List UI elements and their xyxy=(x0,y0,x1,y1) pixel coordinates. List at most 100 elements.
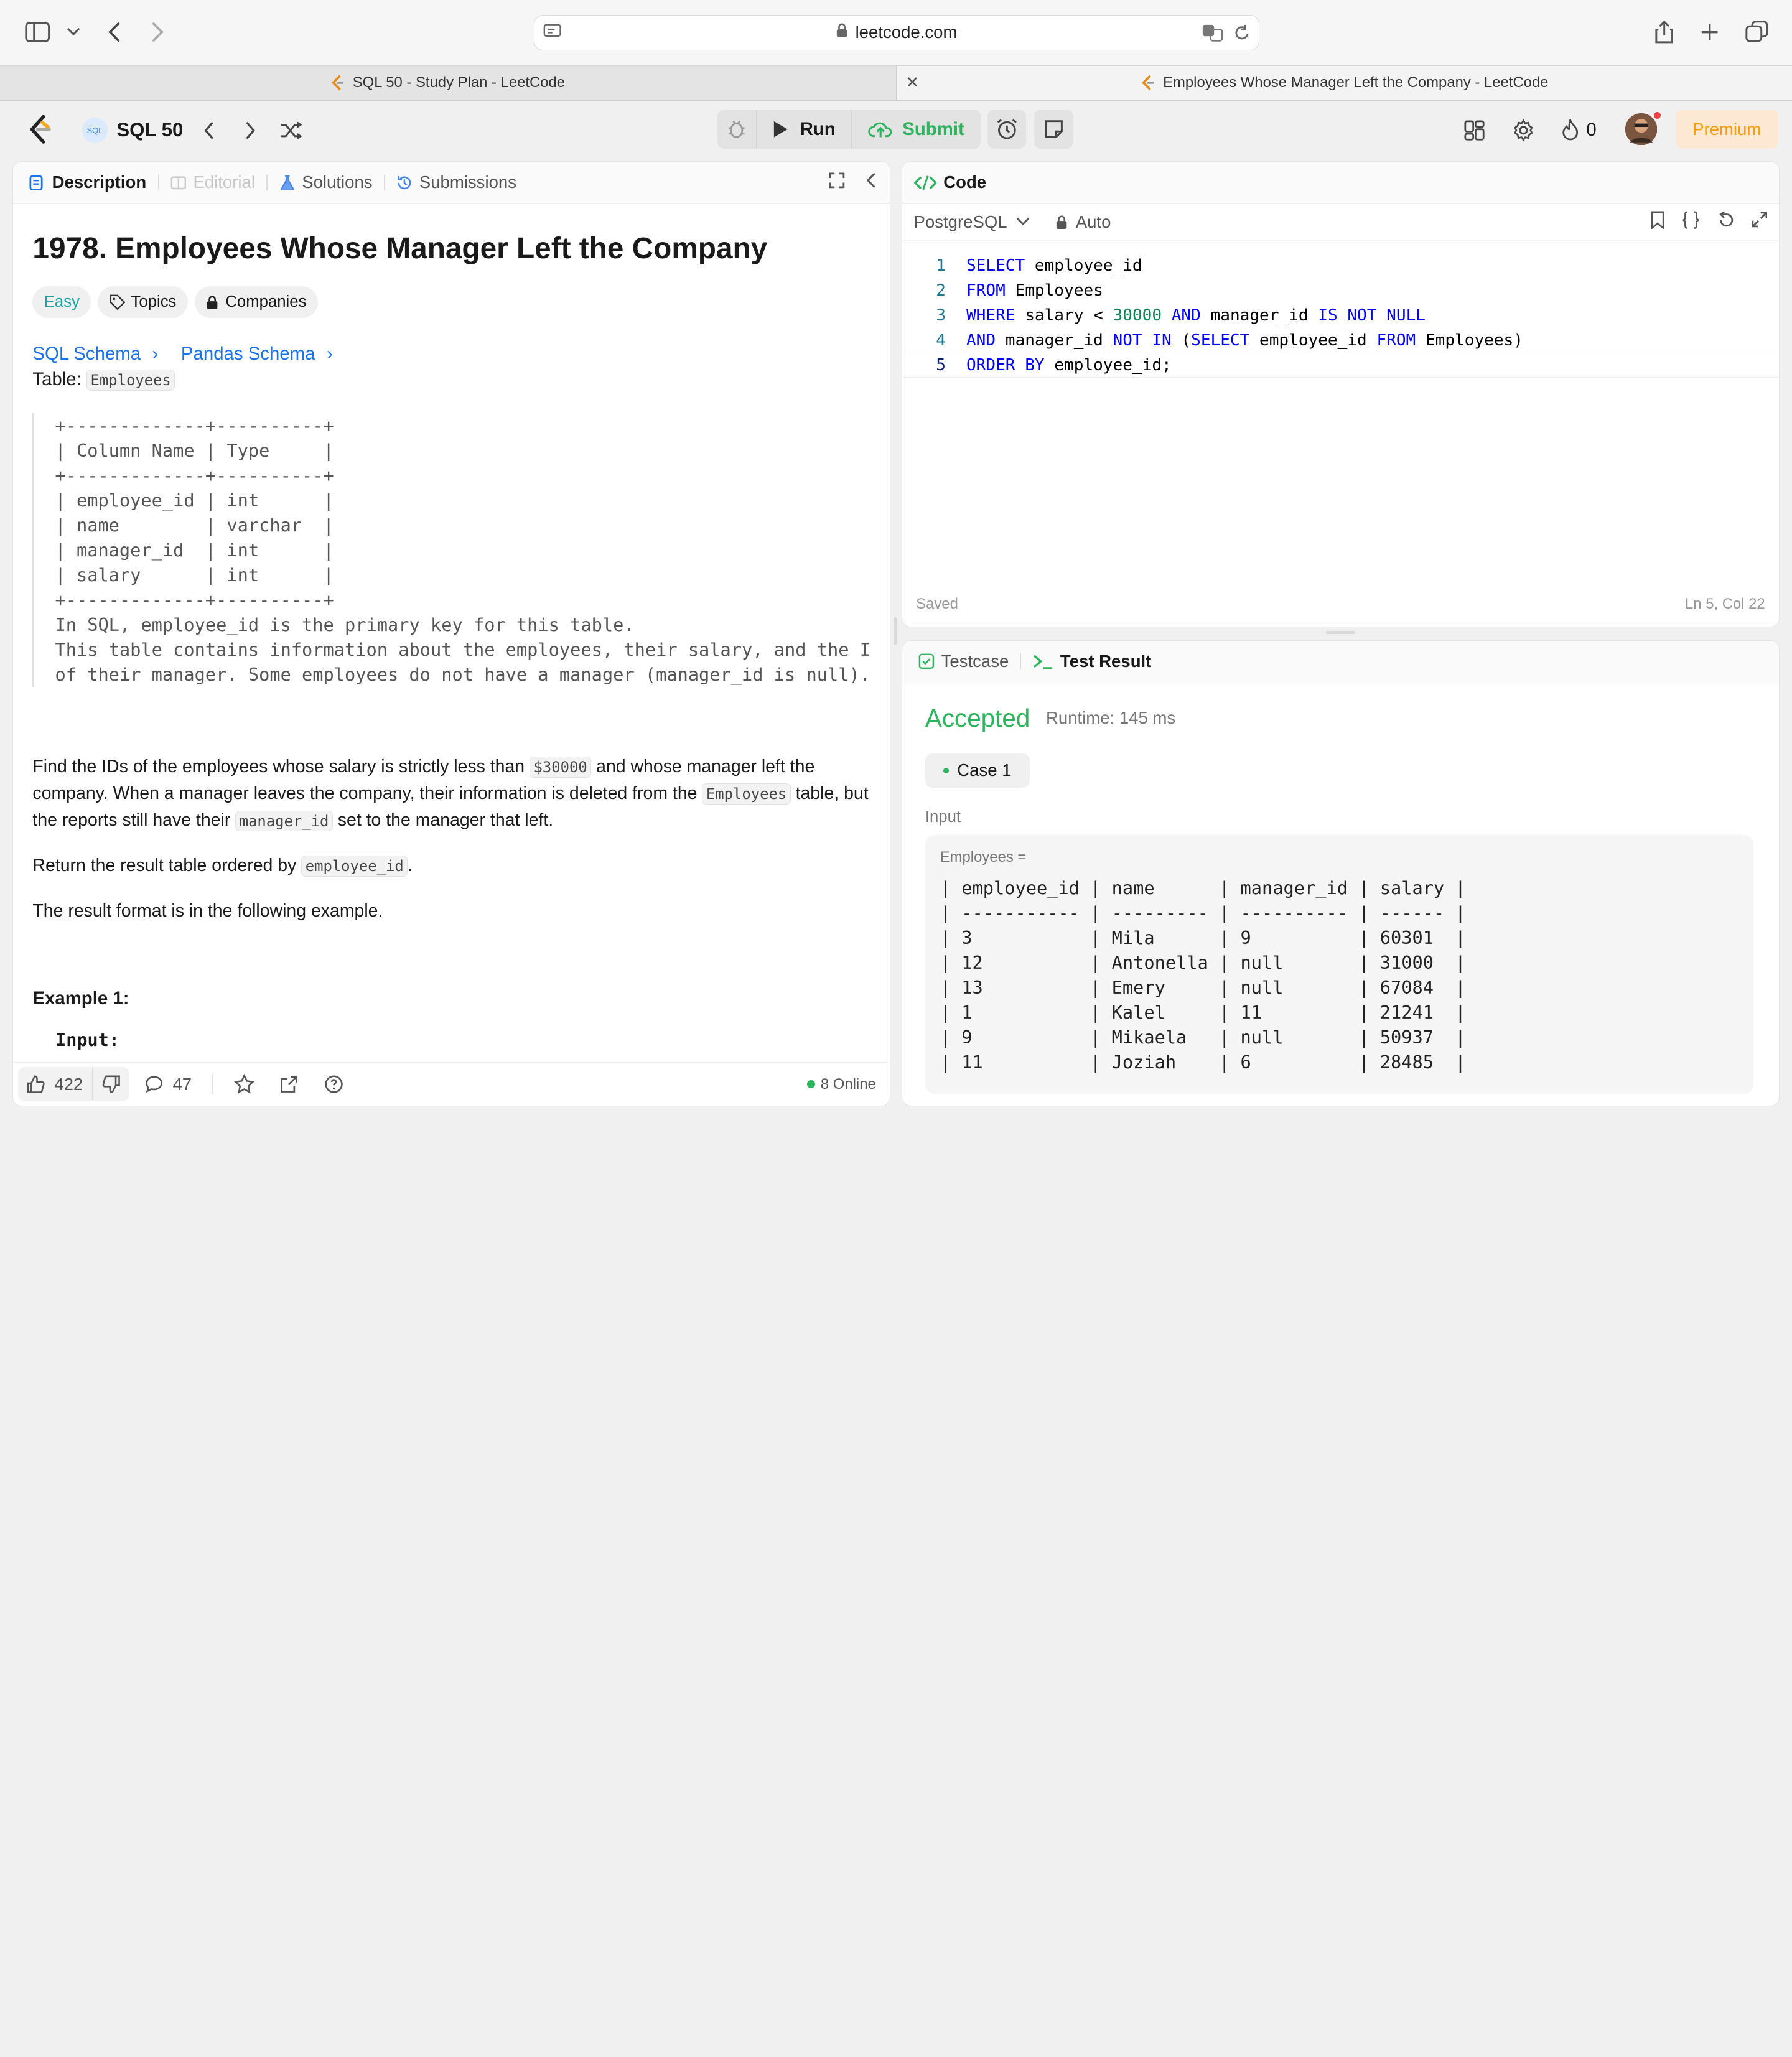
browser-toolbar: leetcode.com xyxy=(0,0,1792,65)
sidebar-toggle-icon[interactable] xyxy=(24,18,52,45)
tab-title: Employees Whose Manager Left the Company… xyxy=(1163,74,1549,91)
code-text: SELECT employee_id xyxy=(966,256,1142,275)
timer-icon[interactable] xyxy=(987,110,1027,149)
share-icon[interactable] xyxy=(1650,18,1678,45)
checkbox-icon xyxy=(918,653,935,669)
expand-icon[interactable] xyxy=(1752,212,1768,232)
chevron-down-icon xyxy=(1017,218,1030,226)
code-editor[interactable]: 1 SELECT employee_id 2 FROM Employees 3 WHE… xyxy=(902,253,1779,378)
chevron-right-icon: › xyxy=(152,343,159,364)
dislike-button[interactable] xyxy=(91,1066,129,1102)
prev-problem-icon[interactable] xyxy=(199,116,220,144)
reset-icon[interactable] xyxy=(1717,211,1735,233)
close-icon[interactable]: ✕ xyxy=(906,73,920,92)
share-button[interactable] xyxy=(271,1067,309,1101)
pandas-schema-link[interactable]: Pandas Schema › xyxy=(181,343,333,365)
problem-description: 1978. Employees Whose Manager Left the C… xyxy=(32,204,870,1060)
like-button[interactable]: 422 xyxy=(18,1067,92,1101)
help-button[interactable] xyxy=(315,1067,353,1101)
chevron-down-icon[interactable] xyxy=(60,18,87,45)
case-status-dot xyxy=(943,767,950,773)
premium-button[interactable]: Premium xyxy=(1675,110,1778,149)
collapse-icon[interactable] xyxy=(866,172,876,193)
vertical-resize-handle[interactable] xyxy=(894,617,897,645)
run-label: Run xyxy=(800,118,836,139)
tab-editorial[interactable]: Editorial xyxy=(159,172,266,192)
notes-icon[interactable] xyxy=(1034,110,1073,149)
code-text: WHERE salary < 30000 AND manager_id IS N… xyxy=(966,306,1426,325)
online-dot xyxy=(806,1080,815,1088)
study-plan-link[interactable]: SQL SQL 50 xyxy=(82,116,183,144)
comments-button[interactable]: 47 xyxy=(136,1067,201,1101)
address-bar[interactable]: leetcode.com xyxy=(533,14,1260,50)
inline-code: Employees xyxy=(702,783,791,805)
tab-submissions-label: Submissions xyxy=(419,172,516,192)
favorite-button[interactable] xyxy=(225,1067,263,1101)
code-icon xyxy=(913,175,937,191)
reload-icon[interactable] xyxy=(1234,24,1250,46)
case-1-tab[interactable]: Case 1 xyxy=(925,753,1030,788)
layout-icon[interactable] xyxy=(1460,116,1488,144)
case-tabs: Case 1 xyxy=(902,733,1779,788)
result-panel-header: Testcase Test Result xyxy=(902,640,1779,683)
inline-code: $30000 xyxy=(530,757,592,778)
code-line: 1 SELECT employee_id xyxy=(902,253,1779,278)
notification-dot xyxy=(1653,112,1661,119)
bookmark-icon[interactable] xyxy=(1651,211,1664,233)
thumbs-up-icon xyxy=(27,1075,45,1093)
tag-icon xyxy=(110,294,126,310)
tab-code[interactable]: Code xyxy=(902,172,997,192)
tab-overview-icon[interactable] xyxy=(1743,18,1770,45)
fire-icon xyxy=(1562,119,1579,141)
lock-icon xyxy=(1056,215,1067,229)
fullscreen-icon[interactable] xyxy=(829,172,845,193)
language-select[interactable]: PostgreSQL xyxy=(914,212,1030,232)
sql-schema-link[interactable]: SQL Schema › xyxy=(32,343,158,365)
description-panel: Description Editorial Solutions Submissi… xyxy=(12,161,890,1106)
leetcode-logo-icon[interactable] xyxy=(25,114,55,144)
tab-submissions[interactable]: Submissions xyxy=(385,172,528,192)
line-number: 2 xyxy=(936,281,946,300)
next-problem-icon[interactable] xyxy=(240,116,261,144)
tab-study-plan[interactable]: SQL 50 - Study Plan - LeetCode xyxy=(0,65,895,100)
difficulty-badge: Easy xyxy=(32,286,91,319)
page-menu-icon[interactable] xyxy=(543,22,562,45)
question-icon xyxy=(325,1075,343,1093)
gear-icon[interactable] xyxy=(1510,116,1537,144)
code-panel-header: Code xyxy=(902,161,1779,204)
debug-icon[interactable] xyxy=(717,110,757,149)
sql-schema-label: SQL Schema xyxy=(32,343,141,364)
streak-counter[interactable]: 0 xyxy=(1561,116,1597,144)
topics-button[interactable]: Topics xyxy=(98,286,188,319)
companies-button[interactable]: Companies xyxy=(194,286,318,319)
tab-solutions[interactable]: Solutions xyxy=(268,172,384,192)
submit-button[interactable]: Submit xyxy=(851,110,980,149)
forward-icon[interactable] xyxy=(144,18,171,45)
star-icon xyxy=(234,1073,255,1094)
tab-test-result[interactable]: Test Result xyxy=(1021,651,1162,671)
tab-problem[interactable]: ✕ Employees Whose Manager Left the Compa… xyxy=(895,65,1792,100)
line-number: 4 xyxy=(936,331,946,350)
format-braces-icon[interactable] xyxy=(1681,211,1701,233)
translate-icon[interactable] xyxy=(1202,24,1225,46)
input-box: Employees = | employee_id | name | manag… xyxy=(925,835,1754,1094)
input-table: | employee_id | name | manager_id | sala… xyxy=(940,877,1466,1073)
new-tab-icon[interactable] xyxy=(1696,18,1724,45)
input-label: Input xyxy=(925,808,961,826)
lock-icon xyxy=(836,22,848,43)
horizontal-resize-handle[interactable] xyxy=(1325,630,1356,635)
shuffle-icon[interactable] xyxy=(278,116,305,144)
example-input-heading: Input: xyxy=(55,1029,119,1050)
problem-paragraph: Return the result table ordered by emplo… xyxy=(32,852,870,879)
schema-block: +-------------+----------+ | Column Name… xyxy=(32,413,870,688)
back-icon[interactable] xyxy=(101,18,128,45)
auto-mode-toggle[interactable]: Auto xyxy=(1055,212,1111,232)
editor-toolbar: PostgreSQL Auto xyxy=(902,204,1779,241)
avatar[interactable] xyxy=(1625,112,1661,146)
line-number: 5 xyxy=(936,356,946,375)
run-button[interactable]: Run xyxy=(757,110,852,148)
tab-testcase[interactable]: Testcase xyxy=(902,651,1020,671)
tab-description[interactable]: Description xyxy=(13,172,157,192)
verdict-label: Accepted xyxy=(925,703,1030,732)
code-line: 3 WHERE salary < 30000 AND manager_id IS … xyxy=(902,303,1779,328)
